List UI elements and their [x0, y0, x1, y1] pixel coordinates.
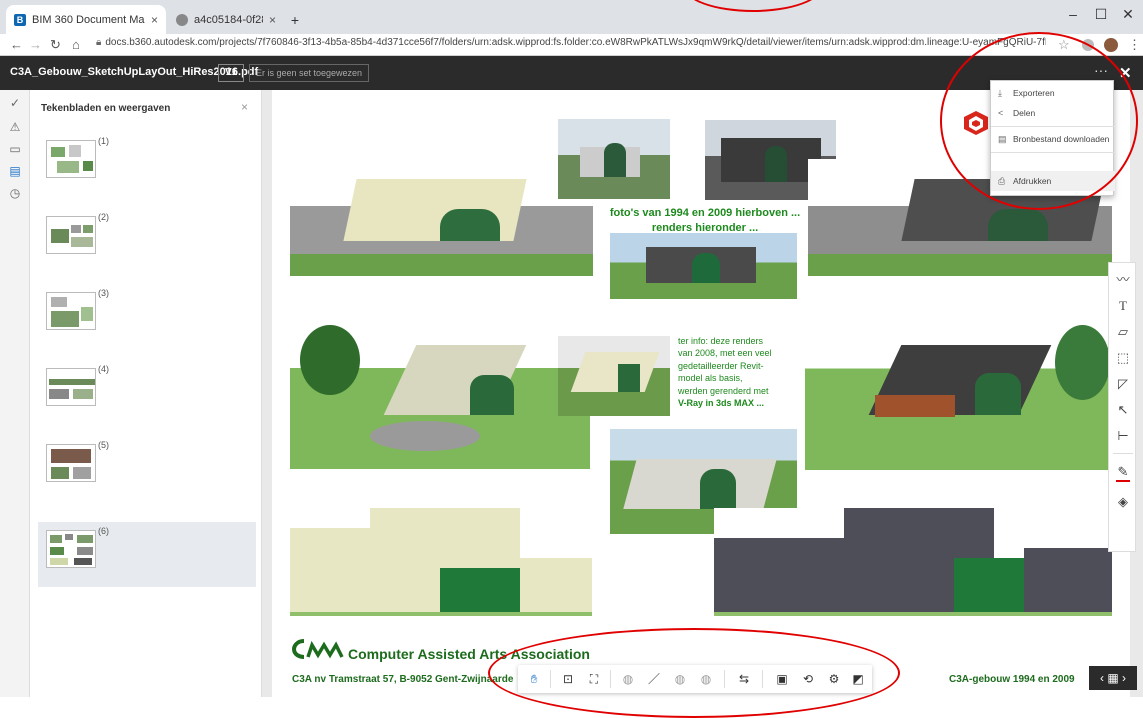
elevation-2009 [714, 508, 1112, 616]
panel-close-icon[interactable]: × [241, 100, 248, 114]
tab-label: BIM 360 Document Management [32, 13, 145, 26]
close-tab-icon[interactable]: × [151, 13, 158, 27]
render-image [805, 325, 1112, 470]
fill-color-icon[interactable]: ◈ [1109, 489, 1137, 515]
polygon-icon[interactable]: ◸ [1109, 371, 1137, 397]
checklist-icon[interactable]: ✓ [7, 96, 23, 112]
warning-icon[interactable]: ⚠︎ [7, 120, 23, 136]
sheet-number: (3) [98, 288, 109, 298]
sheet-number: (5) [98, 440, 109, 450]
set-assignment-label[interactable]: Er is geen set toegewezen [249, 64, 370, 82]
home-icon[interactable]: ⌂ [72, 37, 80, 52]
toolbar-divider [1113, 453, 1133, 454]
render-image [610, 233, 797, 299]
render-image [290, 325, 590, 469]
sheet-number: (6) [98, 526, 109, 536]
sheet-number: (4) [98, 364, 109, 374]
panel-title: Tekenbladen en weergaven [41, 103, 171, 114]
lock-icon: 🔒︎ [96, 37, 102, 48]
render-image [558, 336, 670, 416]
building-year-label: C3A-gebouw 1994 en 2009 [949, 674, 1075, 685]
sheets-icon[interactable]: ▤ [7, 164, 23, 180]
sheet-thumbnail [46, 530, 96, 568]
highlight-ellipse [940, 32, 1138, 210]
sheet-thumbnail [46, 216, 96, 254]
comment-icon[interactable]: ▭ [7, 142, 23, 158]
address-text: C3A nv Tramstraat 57, B-9052 Gent-Zwijna… [292, 674, 514, 685]
arrow-tool-icon[interactable]: ↖ [1109, 397, 1137, 423]
browser-tab-bim360[interactable]: B BIM 360 Document Management × [6, 5, 166, 34]
sheet-item-selected[interactable]: (6) [38, 522, 256, 587]
freehand-icon[interactable]: 〰 [1109, 267, 1137, 293]
cloud-rectangle-icon[interactable]: ⬚ [1109, 345, 1137, 371]
sheet-number: (1) [98, 136, 109, 146]
browser-tab-strip: B BIM 360 Document Management × a4c05184… [0, 0, 1143, 34]
info-note-line: van 2008, met een veel [678, 348, 772, 358]
back-arrow-icon[interactable]: ← [10, 37, 23, 52]
info-note-line: gedetailleerder Revit- [678, 361, 764, 371]
sheet-item[interactable]: (1) [38, 132, 256, 197]
browser-tab-guid[interactable]: a4c05184-0f28-4f05-aa61-401d × [168, 5, 284, 34]
sheet-item[interactable]: (4) [38, 360, 256, 425]
maximize-icon[interactable]: ☐ [1086, 6, 1116, 23]
history-clock-icon[interactable]: ◷ [7, 186, 23, 202]
callout-icon[interactable]: ▱ [1109, 319, 1137, 345]
measure-icon[interactable]: ⊢ [1109, 423, 1137, 449]
text-tool-icon[interactable]: T [1109, 293, 1137, 319]
pen-color-icon[interactable]: ✎ [1109, 459, 1137, 485]
sheet-number: (2) [98, 212, 109, 222]
sheet-thumbnail [46, 292, 96, 330]
highlight-ellipse [488, 628, 900, 718]
bim360-favicon-icon: B [14, 13, 26, 26]
url-text: docs.b360.autodesk.com/projects/7f760846… [105, 37, 1046, 48]
info-note-line: model als basis, [678, 373, 743, 383]
sheets-panel: Tekenbladen en weergaven × (1) (2) (3) (… [30, 90, 262, 697]
window-close-icon[interactable]: ✕ [1113, 6, 1143, 23]
left-icon-rail: ✓ ⚠︎ ▭ ▤ ◷ [0, 90, 30, 697]
close-tab-icon[interactable]: × [269, 13, 276, 27]
reload-icon[interactable]: ↻ [50, 37, 61, 53]
forward-arrow-icon[interactable]: → [29, 37, 42, 52]
info-note-line: werden gerenderd met [678, 386, 769, 396]
photo-1994 [558, 119, 670, 199]
sheet-thumbnail [46, 368, 96, 406]
sheet-pager[interactable]: ‹ ▦ › [1089, 666, 1137, 690]
sheet-thumbnail [46, 140, 96, 178]
version-badge[interactable]: V1 [218, 64, 245, 82]
c3a-logo [292, 637, 346, 659]
render-image [290, 159, 593, 276]
elevation-1994 [290, 508, 592, 616]
info-note-line: ter info: deze renders [678, 336, 764, 346]
sheet-item[interactable]: (5) [38, 436, 256, 501]
info-note-line: V-Ray in 3ds MAX ... [678, 398, 765, 408]
profile-avatar[interactable] [1104, 38, 1118, 52]
markup-toolbar: 〰 T ▱ ⬚ ◸ ↖ ⊢ ✎ ◈ [1108, 262, 1136, 552]
globe-favicon-icon [176, 13, 188, 26]
address-bar: ← → ↻ ⌂ 🔒︎ docs.b360.autodesk.com/project… [0, 34, 1143, 56]
url-field[interactable]: 🔒︎ docs.b360.autodesk.com/projects/7f7608… [96, 37, 1046, 53]
minimize-icon[interactable]: – [1058, 6, 1088, 22]
new-tab-button[interactable]: + [285, 5, 305, 34]
sheet-item[interactable]: (2) [38, 208, 256, 273]
caption-line: foto's van 1994 en 2009 hierboven ... [609, 207, 801, 219]
sheet-item[interactable]: (3) [38, 284, 256, 349]
browser-menu-icon[interactable]: ⋮ [1128, 37, 1141, 53]
tab-label: a4c05184-0f28-4f05-aa61-401d [194, 13, 263, 26]
sheet-thumbnail [46, 444, 96, 482]
